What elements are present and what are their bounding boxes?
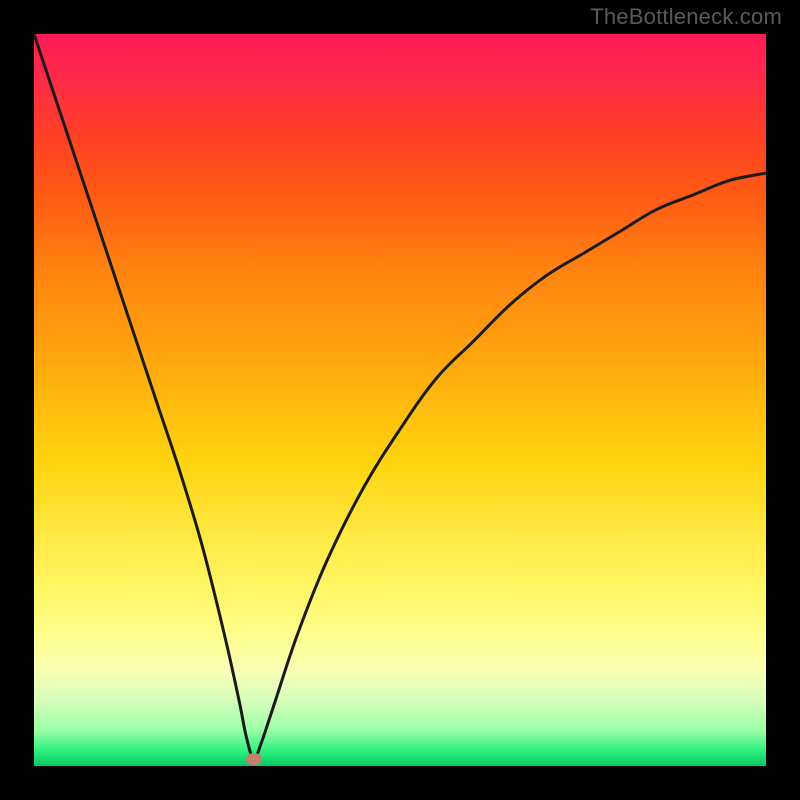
chart-frame: TheBottleneck.com xyxy=(0,0,800,800)
optimum-marker xyxy=(246,753,262,765)
watermark-text: TheBottleneck.com xyxy=(590,4,782,30)
curve-path xyxy=(34,34,766,759)
plot-area xyxy=(34,34,766,766)
bottleneck-curve xyxy=(34,34,766,766)
